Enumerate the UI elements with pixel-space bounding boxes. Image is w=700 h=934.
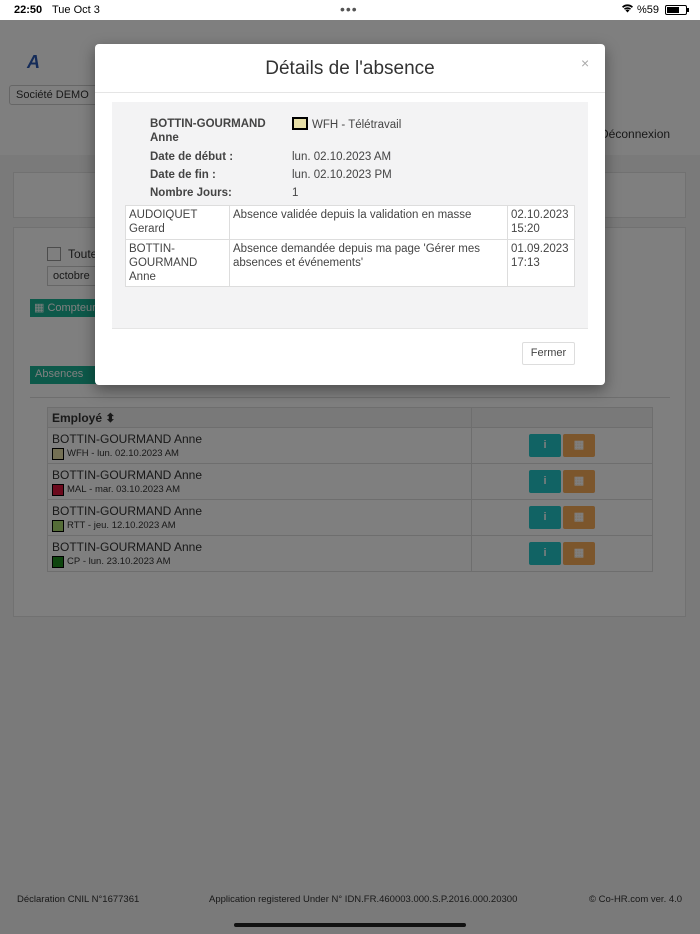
history-action-text: Absence demandée depuis ma page 'Gérer m… (233, 243, 481, 255)
end-date-value: lun. 02.10.2023 PM (292, 169, 392, 181)
absence-details-modal: Détails de l'absence × BOTTIN-GOURMAND A… (95, 44, 605, 385)
battery-percentage: %59 (637, 4, 660, 16)
history-row: AUDOIQUET Gerard Absence validée depuis l… (125, 205, 575, 240)
history-author-line1: BOTTIN- (129, 243, 175, 255)
start-date-value: lun. 02.10.2023 AM (292, 151, 392, 163)
close-icon[interactable]: × (581, 55, 589, 71)
history-action-text-line2: absences et événements' (233, 257, 364, 269)
modal-footer-divider (112, 328, 588, 329)
home-indicator[interactable] (234, 923, 466, 927)
status-time: 22:50 (14, 4, 43, 16)
days-count-label: Nombre Jours: (150, 187, 232, 199)
absence-type-label: WFH - Télétravail (312, 119, 402, 131)
history-date-day: 02.10.2023 (511, 209, 569, 221)
close-button[interactable]: Fermer (522, 342, 575, 365)
history-author-line1: AUDOIQUET (129, 209, 198, 221)
history-date-time: 15:20 (511, 223, 540, 235)
history-date: 02.10.2023 15:20 (507, 205, 575, 240)
modal-title: Détails de l'absence (265, 58, 435, 79)
multitasking-dots-icon[interactable]: ••• (340, 1, 358, 17)
days-count-value: 1 (292, 187, 299, 199)
modal-header-divider (95, 92, 605, 93)
history-date-time: 17:13 (511, 257, 540, 269)
employee-name-line1: BOTTIN-GOURMAND (150, 118, 266, 130)
wifi-icon (621, 3, 634, 16)
history-date-day: 01.09.2023 (511, 243, 569, 255)
history-author-line2: GOURMAND Anne (129, 257, 198, 283)
history-action: Absence validée depuis la validation en … (229, 205, 508, 240)
history-row: BOTTIN- GOURMAND Anne Absence demandée de… (125, 239, 575, 287)
history-action: Absence demandée depuis ma page 'Gérer m… (229, 239, 508, 287)
type-color-swatch (292, 117, 308, 130)
modal-body: BOTTIN-GOURMAND Anne WFH - Télétravail D… (112, 102, 588, 328)
history-action-text: Absence validée depuis la validation en … (233, 209, 472, 221)
status-bar: 22:50 Tue Oct 3 ••• %59 (0, 0, 700, 20)
history-author-line2: Gerard (129, 223, 165, 235)
status-date: Tue Oct 3 (52, 4, 100, 16)
absence-history-table: AUDOIQUET Gerard Absence validée depuis l… (125, 205, 575, 287)
history-author: BOTTIN- GOURMAND Anne (125, 239, 230, 287)
battery-icon (665, 5, 689, 15)
absence-type: WFH - Télétravail (292, 117, 401, 131)
history-author: AUDOIQUET Gerard (125, 205, 230, 240)
employee-name-line2: Anne (150, 132, 179, 144)
end-date-label: Date de fin : (150, 169, 216, 181)
history-date: 01.09.2023 17:13 (507, 239, 575, 287)
start-date-label: Date de début : (150, 151, 234, 163)
